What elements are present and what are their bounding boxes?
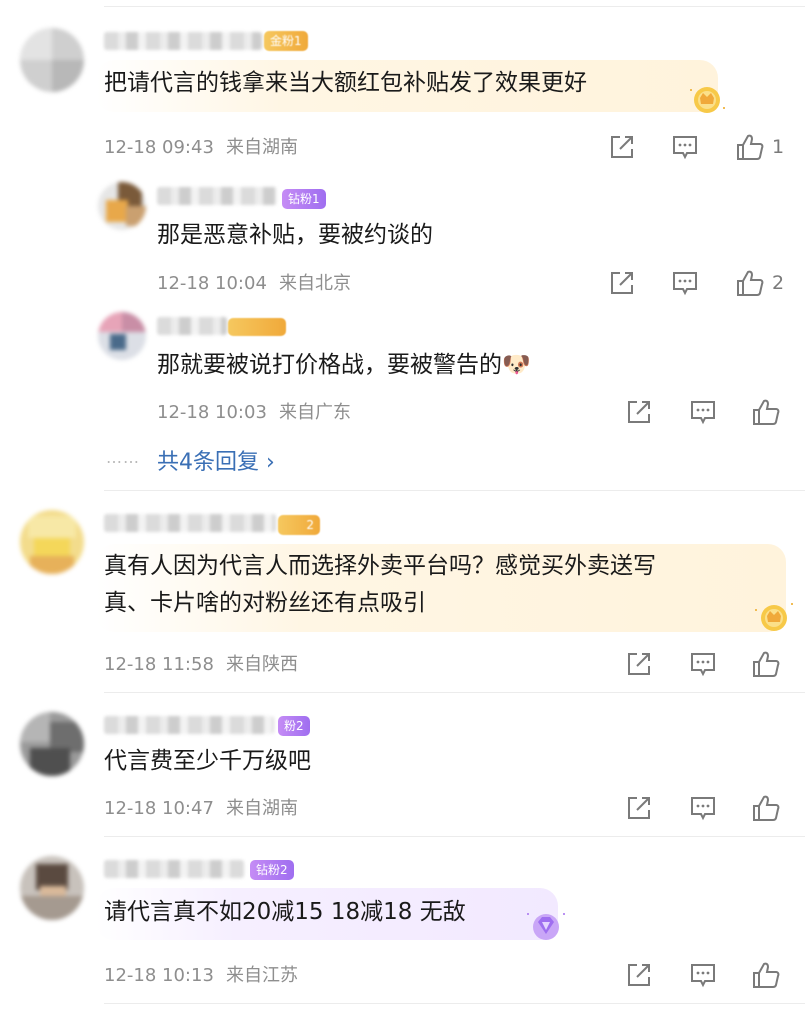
comment-text: 代言费至少千万级吧 [104,748,311,774]
avatar[interactable] [98,312,146,360]
like-button[interactable] [752,398,780,426]
gold-crown-icon [752,600,796,640]
username[interactable] [104,32,262,50]
fan-badge[interactable]: 钻粉2 [250,860,294,880]
reply-button[interactable] [690,651,716,677]
like-icon [753,795,780,821]
share-button[interactable] [609,270,635,296]
comment-time: 12-18 10:13 [104,965,214,986]
comment-location: 来自江苏 [226,965,298,986]
avatar[interactable] [20,712,84,776]
reply-button[interactable] [672,134,698,160]
comment-location: 来自陕西 [226,654,298,675]
username[interactable] [157,317,227,335]
more-replies-link[interactable]: 共4条回复 › [157,444,275,476]
reply-button[interactable] [690,962,716,988]
fan-badge[interactable] [228,318,286,336]
like-icon [737,270,764,296]
avatar[interactable] [20,856,84,920]
share-button[interactable] [626,399,652,425]
comment-icon [691,964,715,988]
more-replies-dots: …… [106,448,140,467]
comment-icon [691,797,715,821]
comment-icon [673,272,697,296]
like-icon [753,651,780,677]
reply-time: 12-18 10:04 [157,273,267,294]
like-button[interactable] [752,794,780,822]
username[interactable] [157,187,277,205]
divider [104,836,805,837]
like-count: 1 [772,136,785,158]
comment-text: 请代言真不如20减15 18减18 无敌 [104,899,466,925]
reply-location: 来自广东 [279,402,351,423]
username[interactable] [104,514,276,532]
share-icon [611,136,633,158]
share-icon [628,653,650,675]
share-icon [628,401,650,423]
reply-button[interactable] [690,399,716,425]
fan-badge[interactable]: 2 [278,515,320,535]
gold-crown-icon [686,82,728,120]
comment-location: 来自湖南 [226,798,298,819]
fan-badge[interactable]: 粉2 [278,716,310,736]
share-button[interactable] [626,795,652,821]
comment-icon [691,653,715,677]
username[interactable] [104,716,274,734]
reply-time: 12-18 10:03 [157,402,267,423]
like-count: 2 [772,272,785,294]
divider [104,6,805,7]
comment-time: 12-18 11:58 [104,654,214,675]
purple-gem-icon [524,908,568,948]
comment-icon [673,136,697,160]
avatar[interactable] [20,510,84,574]
like-button[interactable]: 2 [736,269,784,297]
comment-location: 来自湖南 [226,137,298,158]
like-icon [753,399,780,425]
comment-text-line-2: 真、卡片啥的对粉丝还有点吸引 [104,590,426,616]
comment-text-line-1: 真有人因为代言人而选择外卖平台吗？感觉买外卖送写 [104,553,656,579]
avatar[interactable] [98,182,146,230]
comment-time: 12-18 10:47 [104,798,214,819]
like-icon [737,134,764,160]
divider [104,692,805,693]
like-button[interactable] [752,650,780,678]
fan-badge[interactable]: 钻粉1 [282,189,326,209]
reply-button[interactable] [690,795,716,821]
comment-icon [691,401,715,425]
share-button[interactable] [626,962,652,988]
comment-time: 12-18 09:43 [104,137,214,158]
divider [104,1003,805,1004]
comment-text: 把请代言的钱拿来当大额红包补贴发了效果更好 [104,70,587,96]
reply-text: 那就要被说打价格战，要被警告的🐶 [157,352,531,378]
share-icon [611,272,633,294]
like-icon [753,962,780,988]
reply-location: 来自北京 [279,273,351,294]
share-button[interactable] [626,651,652,677]
divider [104,490,805,491]
like-button[interactable]: 1 [736,133,784,161]
reply-text: 那是恶意补贴，要被约谈的 [157,222,433,248]
reply-button[interactable] [672,270,698,296]
share-icon [628,964,650,986]
share-button[interactable] [609,134,635,160]
username[interactable] [104,860,244,878]
avatar[interactable] [20,28,84,92]
fan-badge[interactable]: 金粉1 [264,31,308,51]
like-button[interactable] [752,961,780,989]
share-icon [628,797,650,819]
